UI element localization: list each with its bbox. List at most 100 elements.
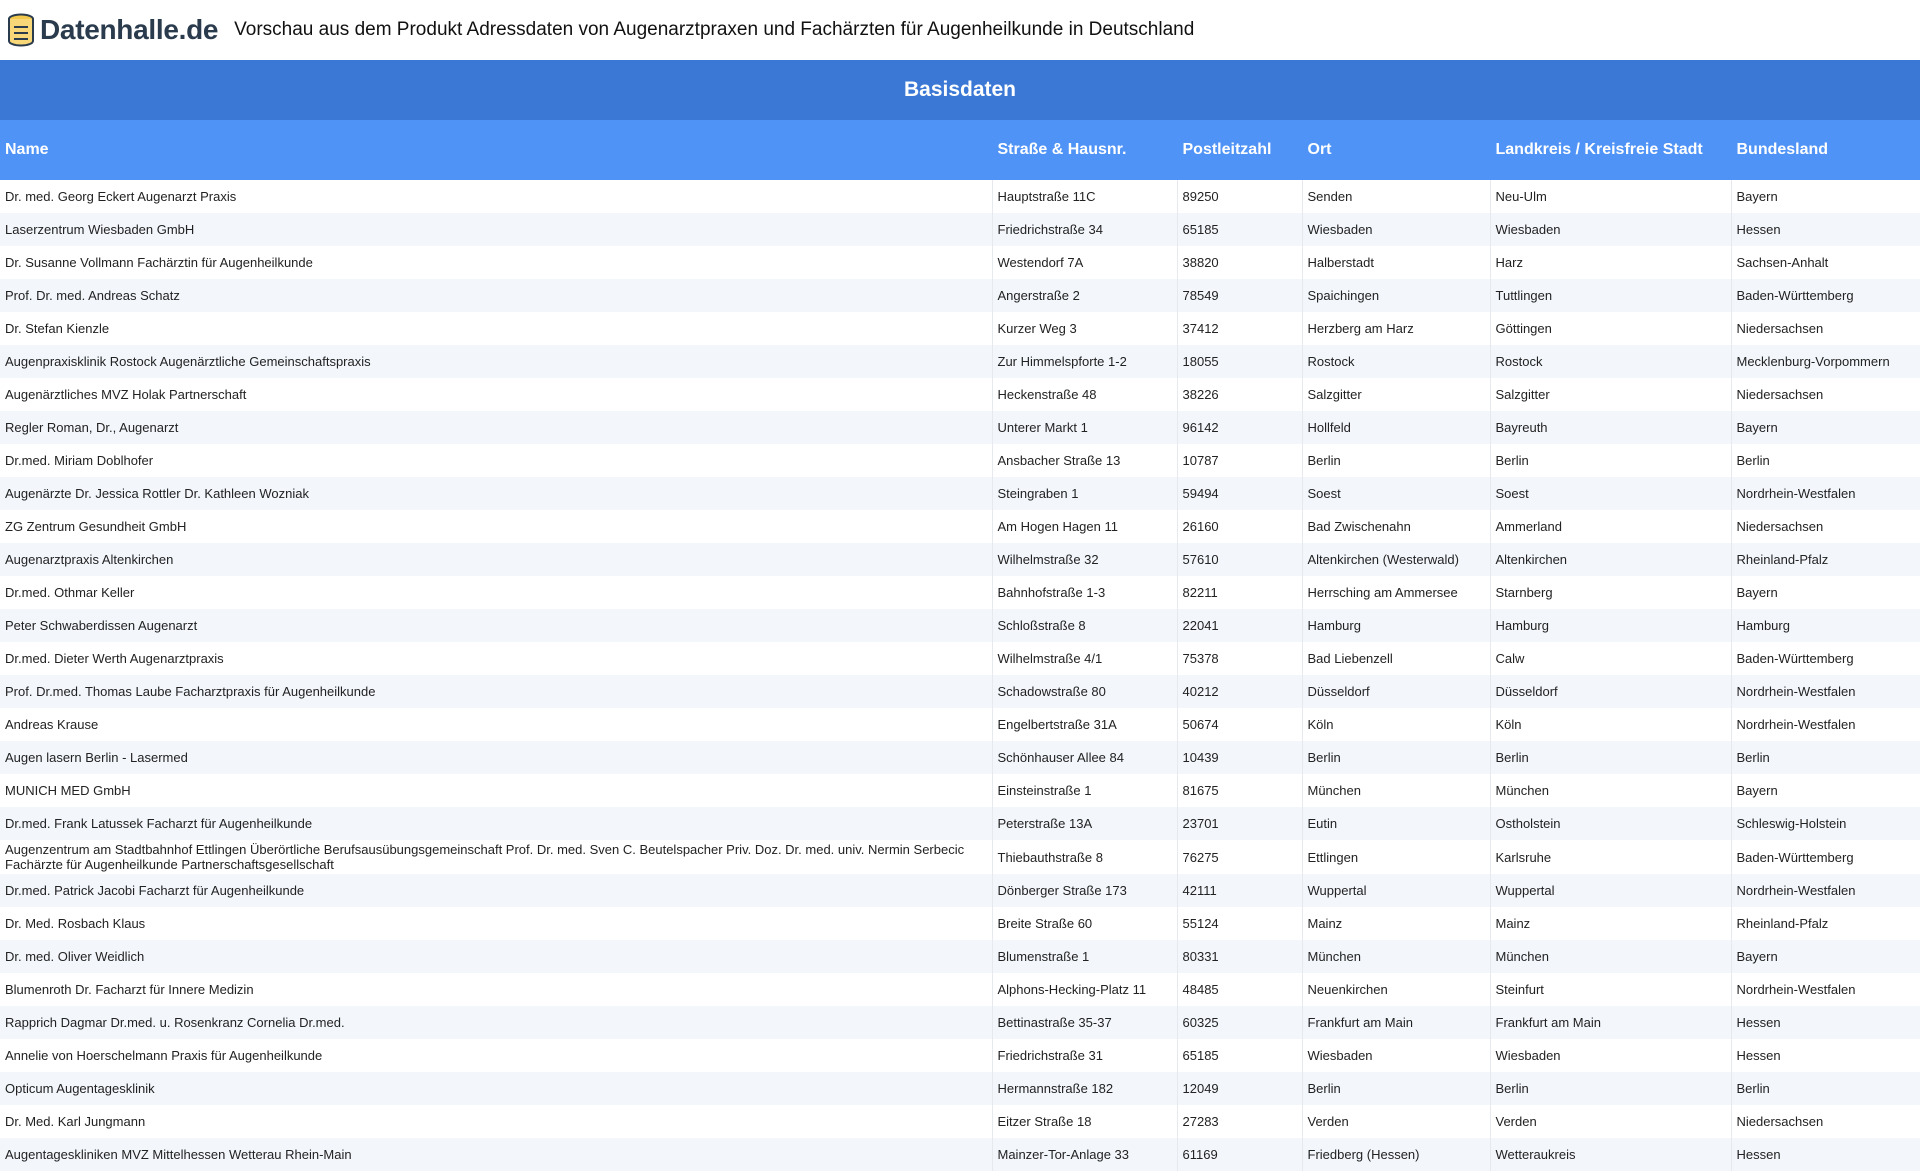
cell-state: Rheinland-Pfalz	[1731, 543, 1920, 576]
cell-district: Berlin	[1490, 741, 1732, 774]
cell-state: Bayern	[1731, 940, 1920, 973]
cell-city: Bad Liebenzell	[1302, 642, 1491, 675]
table-row: ZG Zentrum Gesundheit GmbH Am Hogen Hagen…	[0, 510, 1920, 543]
table-row: Laserzentrum Wiesbaden GmbH Friedrichstra…	[0, 213, 1920, 246]
table-row: Augenärzte Dr. Jessica Rottler Dr. Kathl…	[0, 477, 1920, 510]
cell-name: Augenärztliches MVZ Holak Partnerschaft	[0, 378, 993, 411]
cell-street: Schönhauser Allee 84	[992, 741, 1178, 774]
cell-district: Wiesbaden	[1490, 1039, 1732, 1072]
cell-street: Ansbacher Straße 13	[992, 444, 1178, 477]
cell-postal-code: 22041	[1177, 609, 1303, 642]
cell-city: München	[1302, 940, 1491, 973]
cell-postal-code: 12049	[1177, 1072, 1303, 1105]
table-row: Dr. Med. Rosbach Klaus Breite Straße 60 55…	[0, 907, 1920, 940]
cell-name: Andreas Krause	[0, 708, 993, 741]
cell-street: Hauptstraße 11C	[992, 180, 1178, 213]
cell-name: Dr.med. Dieter Werth Augenarztpraxis	[0, 642, 993, 675]
cell-street: Engelbertstraße 31A	[992, 708, 1178, 741]
cell-city: Halberstadt	[1302, 246, 1491, 279]
table-row: Augenärztliches MVZ Holak Partnerschaft H…	[0, 378, 1920, 411]
table-row: Peter Schwaberdissen Augenarzt Schloßstra…	[0, 609, 1920, 642]
cell-district: Altenkirchen	[1490, 543, 1732, 576]
cell-state: Nordrhein-Westfalen	[1731, 874, 1920, 907]
cell-district: Steinfurt	[1490, 973, 1732, 1006]
cell-state: Baden-Württemberg	[1731, 840, 1920, 874]
table-row: Dr.med. Dieter Werth Augenarztpraxis Wilh…	[0, 642, 1920, 675]
cell-postal-code: 59494	[1177, 477, 1303, 510]
cell-postal-code: 80331	[1177, 940, 1303, 973]
table-row: Annelie von Hoerschelmann Praxis für Aug…	[0, 1039, 1920, 1072]
cell-district: Hamburg	[1490, 609, 1732, 642]
table-row: Regler Roman, Dr., Augenarzt Unterer Mark…	[0, 411, 1920, 444]
table-row: Augenzentrum am Stadtbahnhof Ettlingen Ü…	[0, 840, 1920, 874]
column-header-postal-code: Postleitzahl	[1177, 120, 1303, 180]
cell-district: Verden	[1490, 1105, 1732, 1138]
cell-district: Soest	[1490, 477, 1732, 510]
cell-name: Dr. Med. Karl Jungmann	[0, 1105, 993, 1138]
cell-state: Niedersachsen	[1731, 312, 1920, 345]
cell-street: Peterstraße 13A	[992, 807, 1178, 840]
cell-state: Sachsen-Anhalt	[1731, 246, 1920, 279]
cell-city: Senden	[1302, 180, 1491, 213]
cell-name: Laserzentrum Wiesbaden GmbH	[0, 213, 993, 246]
cell-state: Mecklenburg-Vorpommern	[1731, 345, 1920, 378]
cell-name: Regler Roman, Dr., Augenarzt	[0, 411, 993, 444]
cell-street: Steingraben 1	[992, 477, 1178, 510]
cell-name: Opticum Augentagesklinik	[0, 1072, 993, 1105]
cell-postal-code: 27283	[1177, 1105, 1303, 1138]
cell-street: Blumenstraße 1	[992, 940, 1178, 973]
cell-city: Wiesbaden	[1302, 213, 1491, 246]
cell-state: Baden-Württemberg	[1731, 279, 1920, 312]
cell-city: Berlin	[1302, 741, 1491, 774]
cell-state: Rheinland-Pfalz	[1731, 907, 1920, 940]
cell-postal-code: 10787	[1177, 444, 1303, 477]
cell-state: Bayern	[1731, 774, 1920, 807]
cell-district: Neu-Ulm	[1490, 180, 1732, 213]
cell-postal-code: 60325	[1177, 1006, 1303, 1039]
cell-district: Frankfurt am Main	[1490, 1006, 1732, 1039]
cell-district: Bayreuth	[1490, 411, 1732, 444]
cell-city: Eutin	[1302, 807, 1491, 840]
cell-district: München	[1490, 774, 1732, 807]
cell-name: Dr.med. Miriam Doblhofer	[0, 444, 993, 477]
cell-district: Karlsruhe	[1490, 840, 1732, 874]
cell-name: Annelie von Hoerschelmann Praxis für Aug…	[0, 1039, 993, 1072]
cell-name: Augenpraxisklinik Rostock Augenärztliche…	[0, 345, 993, 378]
column-header-name: Name	[0, 120, 993, 180]
datenhalle-logo[interactable]: Datenhalle.de	[6, 10, 218, 50]
cell-state: Bayern	[1731, 180, 1920, 213]
group-header-basisdaten: Basisdaten	[0, 60, 1920, 120]
cell-city: Düsseldorf	[1302, 675, 1491, 708]
cell-state: Baden-Württemberg	[1731, 642, 1920, 675]
cell-district: Tuttlingen	[1490, 279, 1732, 312]
cell-postal-code: 76275	[1177, 840, 1303, 874]
cell-postal-code: 40212	[1177, 675, 1303, 708]
cell-postal-code: 42111	[1177, 874, 1303, 907]
cell-street: Kurzer Weg 3	[992, 312, 1178, 345]
cell-district: Düsseldorf	[1490, 675, 1732, 708]
cell-postal-code: 18055	[1177, 345, 1303, 378]
cell-city: Bad Zwischenahn	[1302, 510, 1491, 543]
cell-postal-code: 26160	[1177, 510, 1303, 543]
cell-state: Hamburg	[1731, 609, 1920, 642]
cell-city: Hollfeld	[1302, 411, 1491, 444]
column-header-street: Straße & Hausnr.	[992, 120, 1178, 180]
cell-state: Nordrhein-Westfalen	[1731, 477, 1920, 510]
cell-name: Augen lasern Berlin - Lasermed	[0, 741, 993, 774]
cell-district: Göttingen	[1490, 312, 1732, 345]
cell-name: Dr.med. Othmar Keller	[0, 576, 993, 609]
cell-postal-code: 10439	[1177, 741, 1303, 774]
cell-state: Niedersachsen	[1731, 510, 1920, 543]
cell-name: Augenärzte Dr. Jessica Rottler Dr. Kathl…	[0, 477, 993, 510]
cell-city: Ettlingen	[1302, 840, 1491, 874]
cell-street: Zur Himmelspforte 1-2	[992, 345, 1178, 378]
cell-postal-code: 75378	[1177, 642, 1303, 675]
cell-city: Herrsching am Ammersee	[1302, 576, 1491, 609]
cell-city: Wiesbaden	[1302, 1039, 1491, 1072]
cell-district: Rostock	[1490, 345, 1732, 378]
cell-name: Dr.med. Frank Latussek Facharzt für Auge…	[0, 807, 993, 840]
cell-state: Bayern	[1731, 576, 1920, 609]
cell-district: Wiesbaden	[1490, 213, 1732, 246]
cell-name: Dr. Med. Rosbach Klaus	[0, 907, 993, 940]
cell-city: Rostock	[1302, 345, 1491, 378]
